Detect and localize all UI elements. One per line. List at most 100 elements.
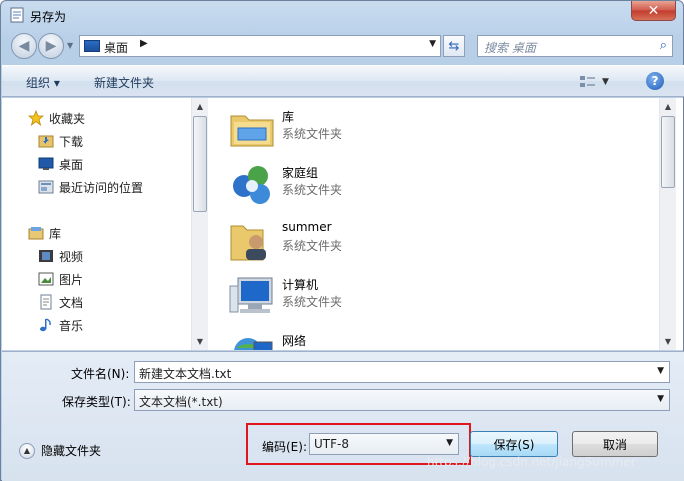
star-icon [28, 110, 44, 126]
address-bar[interactable]: 桌面 ▶ ▼ [79, 35, 441, 57]
save-as-dialog: 另存为 ✕ ◀ ▶ ▼ 桌面 ▶ ▼ ⇆ 搜索 桌面 ⌕ 组织 ▾ 新建文件夹 … [0, 0, 684, 481]
view-icon [580, 76, 595, 87]
search-box[interactable]: 搜索 桌面 ⌕ [477, 35, 673, 57]
file-name: 家庭组 [282, 166, 319, 180]
notepad-icon [9, 7, 25, 23]
scroll-down-icon[interactable]: ▼ [660, 333, 676, 349]
document-icon [38, 294, 54, 310]
sidebar-item-desktop[interactable]: 桌面 [38, 154, 83, 174]
sidebar-item-label: 视频 [59, 249, 84, 264]
savetype-dropdown-icon[interactable]: ▼ [657, 394, 664, 404]
file-type: 系统文件夹 [282, 295, 343, 309]
file-list: 库 系统文件夹 家庭组 系统文件夹 summer 系统文件夹 计算机 系统文件夹… [208, 98, 683, 350]
save-button[interactable]: 保存(S) [470, 431, 558, 457]
breadcrumb-arrow-icon[interactable]: ▶ [140, 38, 148, 49]
cancel-button[interactable]: 取消 [572, 431, 658, 457]
file-name: 网络 [282, 334, 307, 348]
forward-button[interactable]: ▶ [38, 33, 64, 59]
filename-field[interactable]: 新建文本文档.txt ▼ [134, 361, 670, 383]
save-button-label: 保存(S) [493, 437, 535, 452]
change-view-button[interactable]: ▼ [580, 72, 620, 92]
help-button[interactable]: ? [646, 72, 664, 90]
file-list-scrollbar[interactable]: ▲ ▼ [659, 98, 676, 350]
window-title: 另存为 [30, 10, 67, 24]
collapse-icon: ▲ [19, 442, 35, 459]
list-item[interactable]: 家庭组 系统文件夹 [228, 158, 528, 210]
picture-icon [38, 271, 54, 287]
scroll-down-icon[interactable]: ▼ [192, 333, 208, 349]
library-icon [28, 225, 44, 241]
view-dropdown-icon[interactable]: ▼ [602, 77, 609, 87]
back-arrow-icon: ◀ [18, 38, 30, 54]
sidebar-favorites[interactable]: 收藏夹 [28, 108, 85, 128]
sidebar-item-label: 下载 [59, 134, 84, 149]
file-type: 系统文件夹 [282, 239, 343, 253]
list-item[interactable]: 网络 [228, 326, 528, 350]
network-icon [228, 328, 276, 350]
close-icon: ✕ [647, 2, 660, 19]
organize-button[interactable]: 组织 ▾ [26, 74, 60, 91]
sidebar-libraries[interactable]: 库 [28, 223, 61, 243]
cancel-button-label: 取消 [602, 437, 627, 452]
search-input[interactable]: 搜索 桌面 [484, 39, 536, 56]
sidebar-item-label: 文档 [59, 295, 84, 310]
savetype-select[interactable]: 文本文档(*.txt) ▼ [134, 389, 670, 411]
filename-value[interactable]: 新建文本文档.txt [139, 367, 231, 381]
file-name: 计算机 [282, 278, 319, 292]
scrollbar-thumb[interactable] [661, 116, 675, 188]
sidebar-item-downloads[interactable]: 下载 [38, 131, 83, 151]
computer-icon [228, 272, 276, 320]
sidebar-item-music[interactable]: 音乐 [38, 315, 83, 335]
savetype-value: 文本文档(*.txt) [139, 395, 223, 409]
music-icon [38, 317, 54, 333]
list-item[interactable]: summer 系统文件夹 [228, 214, 528, 266]
scroll-up-icon[interactable]: ▲ [660, 98, 676, 114]
search-icon[interactable]: ⌕ [660, 38, 667, 53]
sidebar-favorites-label: 收藏夹 [49, 111, 86, 126]
filename-dropdown-icon[interactable]: ▼ [657, 366, 664, 376]
new-folder-button[interactable]: 新建文件夹 [94, 74, 154, 91]
navigation-pane: 收藏夹 下载 桌面 最近访问的位置 库 视频 图片 文档 音乐 ▲ ▼ [2, 98, 208, 350]
file-name: 库 [282, 110, 295, 124]
list-item[interactable]: 计算机 系统文件夹 [228, 270, 528, 322]
scroll-up-icon[interactable]: ▲ [192, 98, 208, 114]
sidebar-item-pictures[interactable]: 图片 [38, 269, 83, 289]
sidebar-libraries-label: 库 [49, 226, 62, 241]
hide-folders-label: 隐藏文件夹 [41, 444, 102, 458]
sidebar-item-label: 最近访问的位置 [59, 180, 144, 195]
scrollbar-thumb[interactable] [193, 116, 207, 212]
download-folder-icon [38, 133, 54, 149]
recent-pages-dropdown[interactable]: ▼ [67, 41, 73, 50]
navigation-bar: ◀ ▶ ▼ 桌面 ▶ ▼ ⇆ 搜索 桌面 ⌕ [1, 31, 684, 61]
command-bar: 组织 ▾ 新建文件夹 ▼ ? [2, 65, 684, 97]
watermark-text: https://blog.csdn.net/jiangSummer [427, 455, 636, 469]
sidebar-item-recent-places[interactable]: 最近访问的位置 [38, 177, 143, 197]
file-type: 系统文件夹 [282, 183, 343, 197]
savetype-label: 保存类型(T): [62, 395, 131, 409]
sidebar-item-label: 音乐 [59, 318, 84, 333]
list-item[interactable]: 库 系统文件夹 [228, 102, 528, 154]
file-type: 系统文件夹 [282, 127, 343, 141]
library-icon [228, 104, 276, 152]
desktop-icon [84, 40, 100, 52]
sidebar-scrollbar[interactable]: ▲ ▼ [191, 98, 208, 350]
sidebar-item-videos[interactable]: 视频 [38, 246, 83, 266]
address-text: 桌面 [104, 41, 129, 55]
sidebar-item-documents[interactable]: 文档 [38, 292, 83, 312]
hide-folders-button[interactable]: ▲ 隐藏文件夹 [19, 442, 101, 459]
address-dropdown-icon[interactable]: ▼ [429, 39, 436, 49]
refresh-icon: ⇆ [448, 38, 460, 54]
file-name: summer [282, 220, 332, 234]
close-button[interactable]: ✕ [631, 1, 676, 21]
sidebar-item-label: 桌面 [59, 157, 84, 172]
recent-places-icon [38, 179, 54, 195]
video-icon [38, 248, 54, 264]
refresh-button[interactable]: ⇆ [443, 35, 465, 57]
user-folder-icon [228, 216, 276, 264]
back-button[interactable]: ◀ [11, 33, 37, 59]
help-icon: ? [651, 74, 659, 88]
desktop-icon [38, 156, 54, 172]
sidebar-item-label: 图片 [59, 272, 84, 287]
filename-label: 文件名(N): [71, 367, 130, 381]
homegroup-icon [228, 160, 276, 208]
